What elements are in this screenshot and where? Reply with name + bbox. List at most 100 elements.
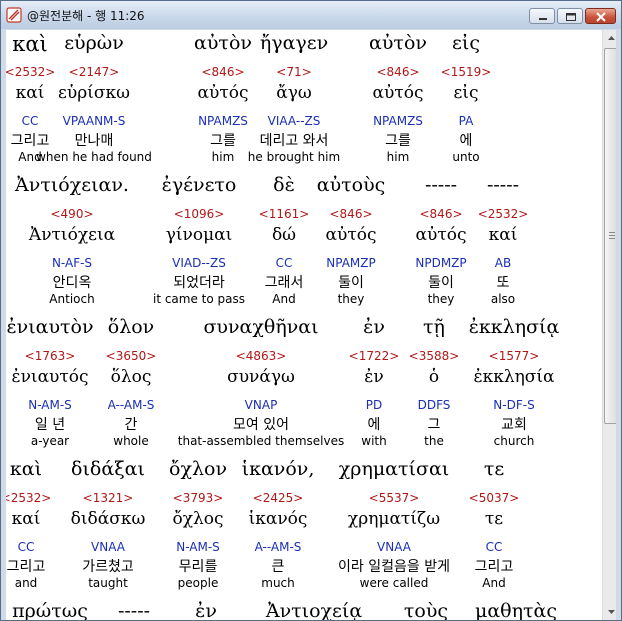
english-gloss: the: [424, 434, 444, 448]
strong-number: <5037>: [468, 491, 520, 505]
maximize-button[interactable]: [557, 8, 583, 24]
korean-gloss: 가르쳤고: [82, 559, 134, 575]
scroll-down-button[interactable]: [603, 603, 616, 620]
greek-word[interactable]: τοὺς: [404, 600, 448, 620]
greek-word[interactable]: αὐτὸν: [194, 32, 252, 54]
chevron-up-icon: [608, 36, 615, 40]
lemma: ἐνιαυτός: [11, 367, 89, 387]
greek-word[interactable]: ἐνιαυτὸν: [6, 316, 93, 338]
parsing-code: NPAMZP: [326, 256, 376, 270]
strong-number: <1763>: [24, 349, 76, 363]
english-gloss: they: [337, 292, 365, 306]
korean-gloss: 둘이: [428, 275, 454, 291]
english-gloss: people: [177, 576, 219, 590]
korean-gloss: 무리를: [178, 559, 218, 575]
greek-word[interactable]: ἤγαγεν: [260, 32, 328, 54]
strong-number: <846>: [329, 207, 373, 221]
greek-word[interactable]: μαθητὰς: [475, 600, 557, 620]
greek-word[interactable]: ἱκανόν,: [242, 458, 315, 480]
greek-word[interactable]: ἐγένετο: [162, 174, 237, 196]
lemma: τε: [484, 509, 504, 529]
english-gloss: and: [14, 576, 38, 590]
parsing-code: CC: [17, 540, 35, 554]
greek-word[interactable]: ἐκκλησίᾳ: [469, 316, 560, 338]
parsing-code: CC: [21, 114, 39, 128]
strong-number: <846>: [419, 207, 463, 221]
greek-word[interactable]: ἐν: [363, 316, 385, 338]
lemma: Ἀντιόχεια: [28, 225, 116, 245]
interlinear-verse: καὶ <2532> καί CC 그리고 And εὑρὼν <2147> εὑρίσκω VP…: [6, 30, 602, 620]
korean-gloss: 안디옥: [52, 275, 92, 291]
strong-number: <846>: [201, 65, 245, 79]
close-icon: [596, 12, 606, 22]
parsing-code: N-AF-S: [51, 256, 93, 270]
korean-gloss: 큰: [271, 559, 285, 575]
lemma: καί: [15, 83, 45, 103]
greek-word[interactable]: διδάξαι: [71, 458, 145, 480]
parsing-code: NPDMZP: [415, 256, 467, 270]
english-gloss: that-assembled themselves: [177, 434, 345, 448]
title-bar[interactable]: @원전분해 - 행 11:26: [1, 1, 621, 29]
korean-gloss: 교회: [501, 417, 527, 433]
english-gloss: taught: [88, 576, 128, 590]
greek-word[interactable]: καὶ: [12, 32, 48, 56]
greek-word[interactable]: -----: [487, 174, 519, 196]
korean-gloss: 만나매: [74, 133, 114, 149]
english-gloss: And: [272, 292, 296, 306]
english-gloss: were called: [359, 576, 429, 590]
korean-gloss: 데리고 와서: [259, 133, 329, 149]
greek-word[interactable]: ἐν: [195, 600, 217, 620]
greek-word[interactable]: ὄχλον: [169, 458, 227, 480]
korean-gloss: 그리고: [474, 559, 514, 575]
greek-word[interactable]: Ἀντιοχείᾳ: [266, 600, 362, 620]
app-icon[interactable]: [6, 7, 22, 23]
strong-number: <4863>: [235, 349, 287, 363]
vertical-scrollbar[interactable]: [602, 30, 616, 620]
greek-word[interactable]: πρώτως: [12, 600, 88, 620]
greek-word[interactable]: Ἀντιόχειαν.: [15, 174, 129, 196]
lemma: ἱκανός: [248, 509, 308, 529]
verse-panel: καὶ <2532> καί CC 그리고 And εὑρὼν <2147> εὑρίσκω VP…: [6, 30, 616, 620]
greek-word[interactable]: καὶ: [10, 458, 42, 480]
close-button[interactable]: [585, 8, 616, 24]
minimize-icon: [539, 18, 547, 20]
greek-word[interactable]: δὲ: [273, 174, 295, 196]
greek-word[interactable]: συναχθῆναι: [203, 316, 318, 338]
minimize-button[interactable]: [529, 8, 555, 24]
english-gloss: he brought him: [247, 150, 341, 164]
english-gloss: Antioch: [49, 292, 95, 306]
greek-word[interactable]: ὅλον: [108, 316, 154, 338]
strong-number: <2147>: [68, 65, 120, 79]
parsing-code: N-AM-S: [28, 398, 72, 412]
greek-word[interactable]: -----: [425, 174, 457, 196]
greek-word[interactable]: -----: [118, 600, 150, 620]
korean-gloss: 에: [367, 417, 381, 433]
parsing-code: PD: [365, 398, 383, 412]
korean-gloss: 그: [427, 417, 441, 433]
english-gloss: it came to pass: [152, 292, 246, 306]
korean-gloss: 그를: [385, 133, 411, 149]
strong-number: <1161>: [258, 207, 310, 221]
lemma: καί: [11, 509, 41, 529]
greek-word[interactable]: αὐτὸν: [369, 32, 427, 54]
strong-number: <1577>: [488, 349, 540, 363]
lemma: ἄγω: [276, 83, 312, 103]
english-gloss: when he had found: [36, 150, 152, 164]
english-gloss: they: [427, 292, 455, 306]
strong-number: <3588>: [408, 349, 460, 363]
chevron-down-icon: [608, 610, 615, 614]
greek-word[interactable]: εὑρὼν: [64, 32, 124, 54]
scroll-thumb[interactable]: [604, 48, 616, 424]
strong-number: <5537>: [368, 491, 420, 505]
lemma: ὅλος: [110, 367, 152, 387]
greek-word[interactable]: αὐτοὺς: [317, 174, 386, 196]
greek-word[interactable]: χρηματίσαι: [339, 458, 449, 480]
parsing-code: N-DF-S: [493, 398, 535, 412]
greek-word[interactable]: εἰς: [452, 32, 480, 54]
scroll-up-button[interactable]: [603, 30, 616, 47]
greek-word[interactable]: τῇ: [423, 316, 445, 338]
greek-word[interactable]: τε: [484, 458, 504, 480]
strong-number: <1519>: [440, 65, 492, 79]
lemma: ὄχλος: [172, 509, 224, 529]
lemma: ἐν: [364, 367, 384, 387]
